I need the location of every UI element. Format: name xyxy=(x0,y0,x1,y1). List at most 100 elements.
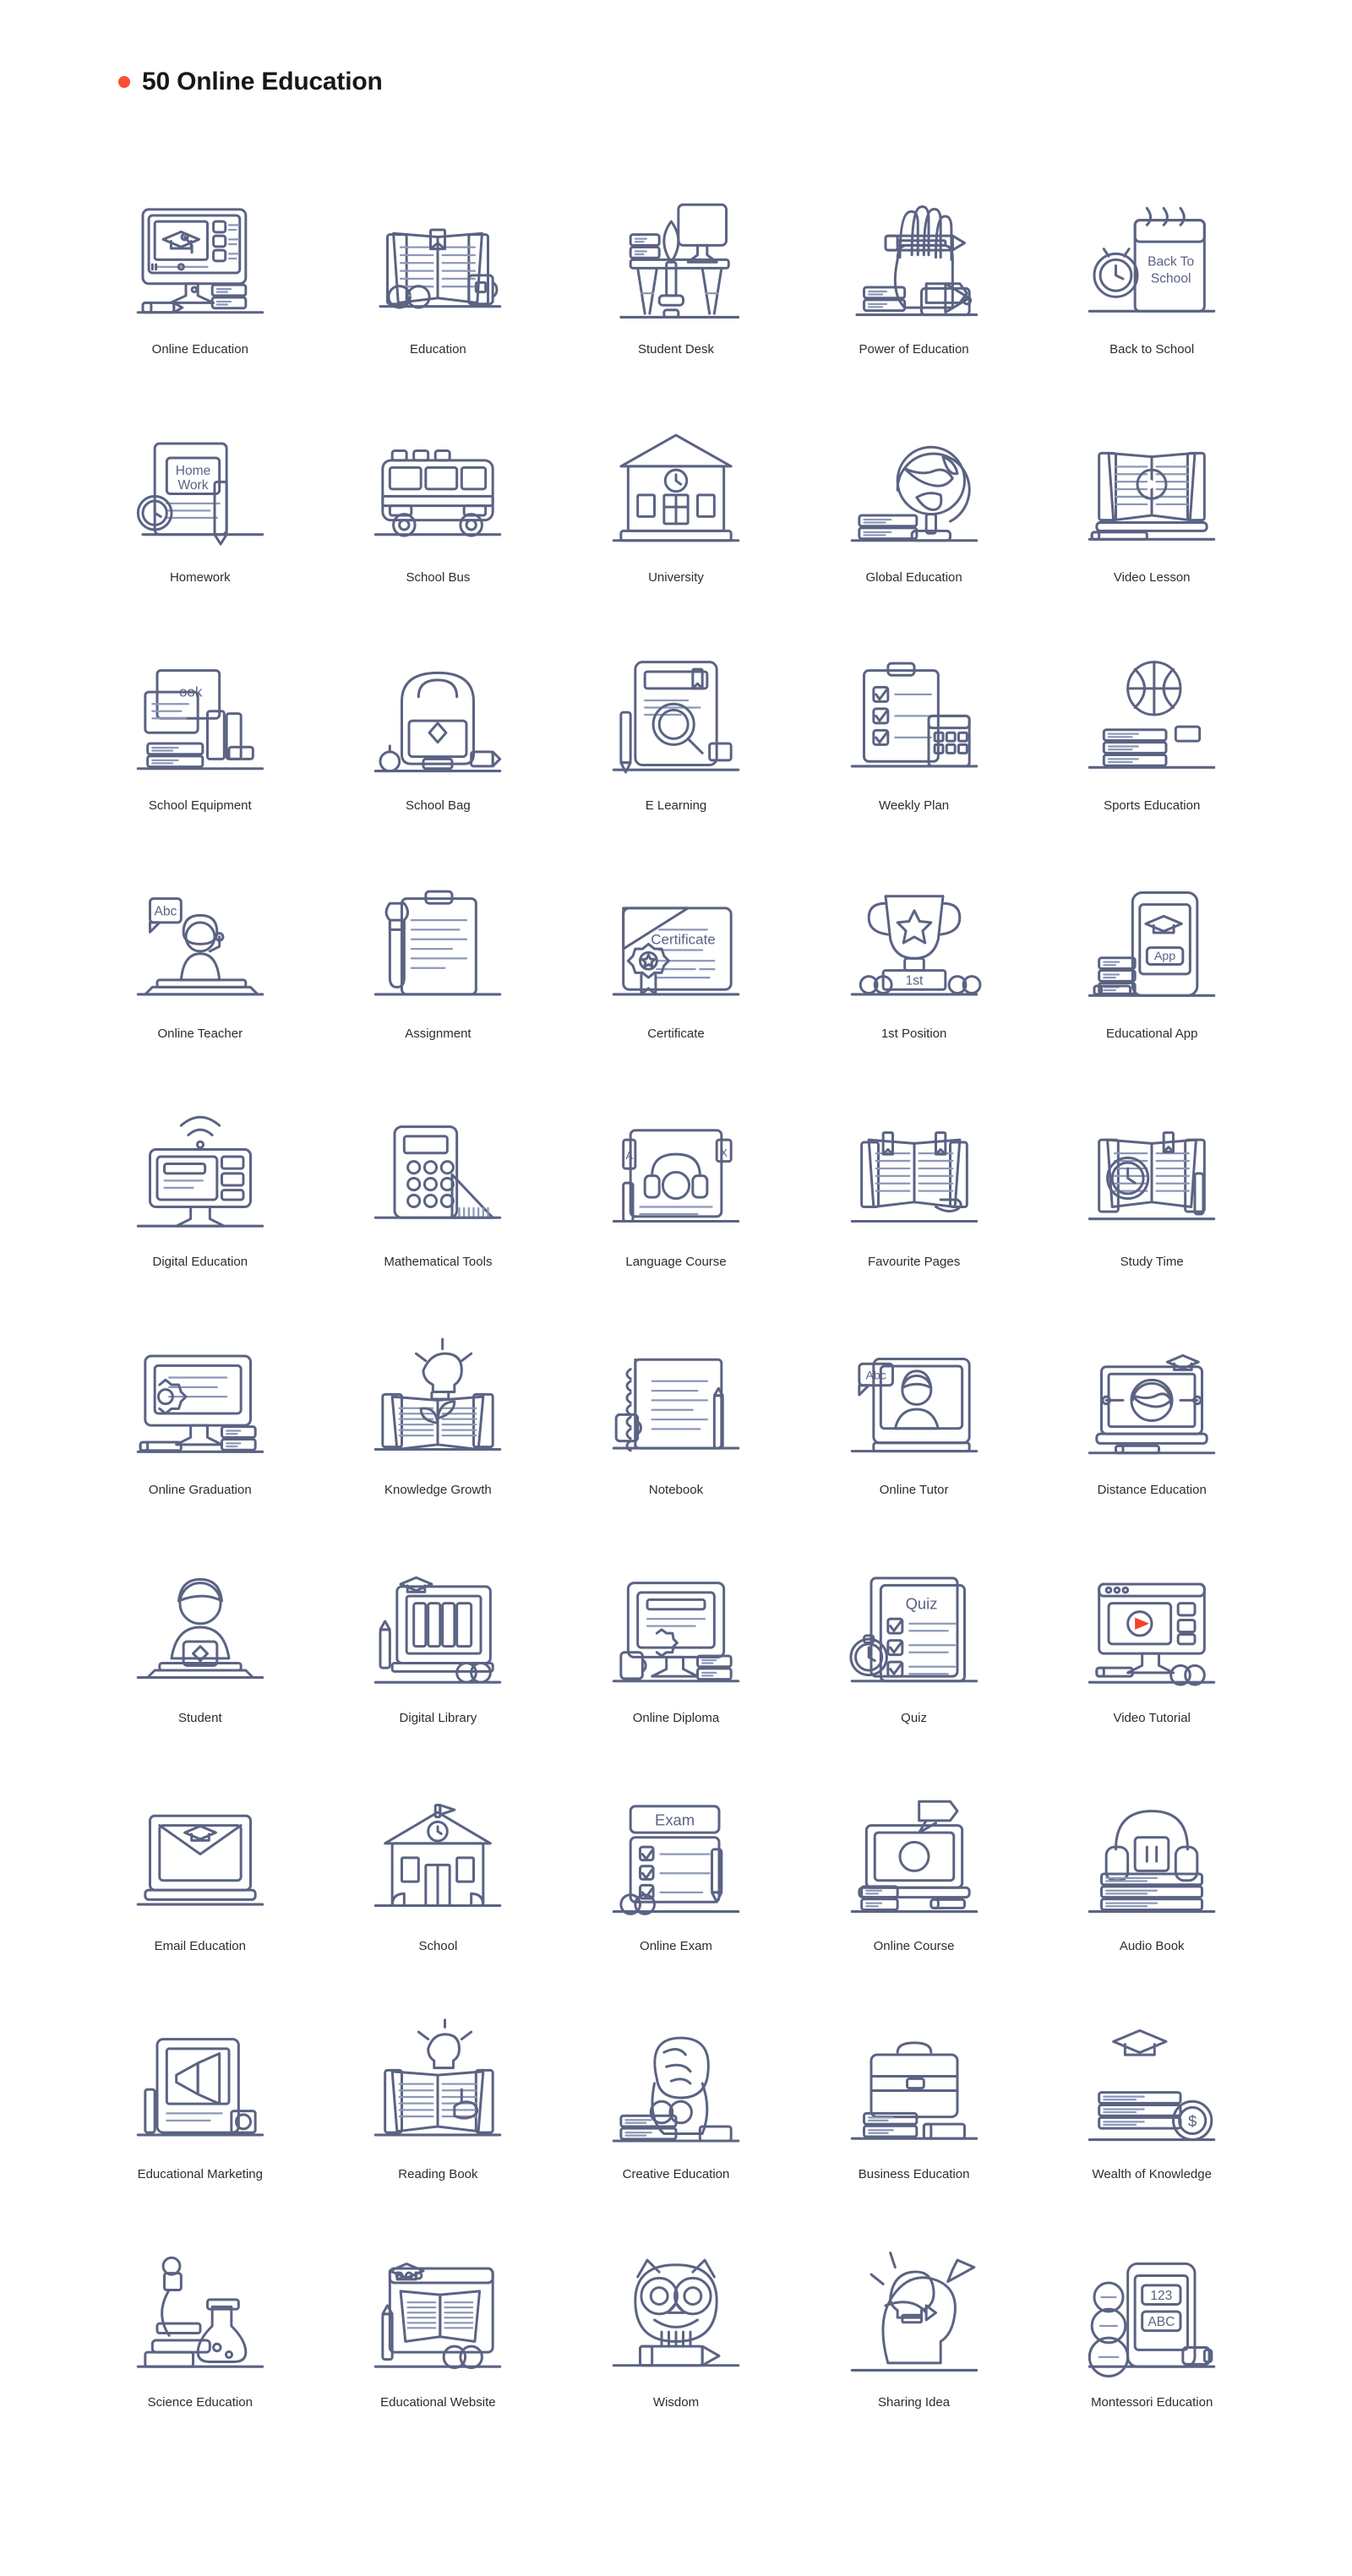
bullet-dot-icon xyxy=(118,76,130,89)
icon-cell-e-learning[interactable]: E Learning xyxy=(557,630,795,858)
icon-label: Mathematical Tools xyxy=(384,1255,493,1270)
calculator-ruler-icon xyxy=(353,1086,522,1243)
icon-cell-school-bag[interactable]: School Bag xyxy=(319,630,558,858)
svg-text:Abc: Abc xyxy=(865,1370,886,1383)
icon-pack-page: 50 Online Education Online Education Educ… xyxy=(0,0,1352,2576)
icon-cell-quiz[interactable]: Quiz Quiz xyxy=(795,1543,1033,1771)
icon-cell-school[interactable]: School xyxy=(319,1771,558,1999)
icon-cell-digital-library[interactable]: Digital Library xyxy=(319,1543,558,1771)
icon-label: Educational Marketing xyxy=(137,2167,263,2182)
svg-text:School: School xyxy=(1151,272,1191,286)
icon-cell-wisdom[interactable]: Wisdom xyxy=(557,2227,795,2455)
icon-cell-video-tutorial[interactable]: Video Tutorial xyxy=(1033,1543,1271,1771)
icon-label: Back to School xyxy=(1109,342,1195,357)
icon-cell-study-time[interactable]: Study Time xyxy=(1033,1086,1271,1315)
icon-cell-language-course[interactable]: A X Language Course xyxy=(557,1086,795,1315)
icon-cell-1st-position[interactable]: 1st 1st Position xyxy=(795,858,1033,1086)
headphones-book-icon: AX xyxy=(592,1086,760,1243)
svg-text:Back To: Back To xyxy=(1148,255,1194,270)
icon-cell-homework[interactable]: Home Work Homework xyxy=(81,402,319,630)
icon-cell-online-exam[interactable]: Exam Online Exam xyxy=(557,1771,795,1999)
icon-cell-school-equipment[interactable]: ook School Equipment xyxy=(81,630,319,858)
icon-cell-business-education[interactable]: Business Education xyxy=(795,1999,1033,2227)
homework-book-icon: Home Work xyxy=(116,402,285,558)
book-play-icon xyxy=(1067,402,1236,558)
icon-cell-school-bus[interactable]: School Bus xyxy=(319,402,558,630)
icon-cell-reading-book[interactable]: Reading Book xyxy=(319,1999,558,2227)
icon-cell-university[interactable]: University xyxy=(557,402,795,630)
icon-cell-assignment[interactable]: Assignment xyxy=(319,858,558,1086)
icon-cell-educational-app[interactable]: App Educational App xyxy=(1033,858,1271,1086)
icon-cell-student-desk[interactable]: Student Desk xyxy=(557,174,795,402)
icon-label: Sharing Idea xyxy=(878,2395,951,2410)
icon-label: Favourite Pages xyxy=(867,1255,961,1270)
icon-label: Wisdom xyxy=(652,2395,700,2410)
quiz-sheet-icon: Quiz xyxy=(830,1543,999,1699)
microscope-flask-icon xyxy=(116,2227,285,2383)
icon-label: Language Course xyxy=(625,1255,727,1270)
icon-label: Assignment xyxy=(405,1027,472,1042)
icon-cell-online-course[interactable]: Online Course xyxy=(795,1771,1033,1999)
icon-cell-distance-education[interactable]: Distance Education xyxy=(1033,1315,1271,1543)
icon-label: Distance Education xyxy=(1097,1483,1207,1498)
icon-label: Video Lesson xyxy=(1113,570,1191,585)
icon-cell-notebook[interactable]: Notebook xyxy=(557,1315,795,1543)
icon-cell-sports-education[interactable]: Sports Education xyxy=(1033,630,1271,858)
icon-label: Student xyxy=(177,1711,222,1726)
svg-text:Home: Home xyxy=(176,464,211,478)
laptop-envelope-icon xyxy=(116,1771,285,1927)
icon-cell-education[interactable]: Education xyxy=(319,174,558,402)
icon-cell-student[interactable]: Student xyxy=(81,1543,319,1771)
basketball-books-icon xyxy=(1067,630,1236,787)
icon-label: Educational App xyxy=(1105,1027,1198,1042)
svg-text:Abc: Abc xyxy=(154,905,177,919)
icon-label: Quiz xyxy=(901,1711,928,1726)
icon-cell-online-teacher[interactable]: Abc Online Teacher xyxy=(81,858,319,1086)
icon-cell-educational-marketing[interactable]: Educational Marketing xyxy=(81,1999,319,2227)
icon-cell-mathematical-tools[interactable]: Mathematical Tools xyxy=(319,1086,558,1315)
icon-cell-online-diploma[interactable]: Online Diploma xyxy=(557,1543,795,1771)
icon-cell-video-lesson[interactable]: Video Lesson xyxy=(1033,402,1271,630)
icon-cell-digital-education[interactable]: Digital Education xyxy=(81,1086,319,1315)
book-plant-bulb-icon xyxy=(353,1315,522,1471)
icon-label: Online Course xyxy=(873,1939,955,1954)
icon-cell-global-education[interactable]: Global Education xyxy=(795,402,1033,630)
clipboard-calendar-icon xyxy=(830,630,999,787)
icon-label: Audio Book xyxy=(1119,1939,1185,1954)
icon-cell-back-to-school[interactable]: Back To School Back to School xyxy=(1033,174,1271,402)
icon-grid: Online Education Education Student Desk Pow… xyxy=(0,174,1352,2455)
icon-cell-online-graduation[interactable]: Online Graduation xyxy=(81,1315,319,1543)
icon-cell-wealth-of-knowledge[interactable]: $ Wealth of Knowledge xyxy=(1033,1999,1271,2227)
icon-label: Business Education xyxy=(858,2167,970,2182)
open-book-mug-icon xyxy=(353,174,522,330)
svg-text:X: X xyxy=(720,1146,728,1159)
icon-cell-creative-education[interactable]: Creative Education xyxy=(557,1999,795,2227)
head-bulb-plane-icon xyxy=(830,2227,999,2383)
svg-text:$: $ xyxy=(1188,2112,1197,2130)
book-bookmarks-icon xyxy=(830,1086,999,1243)
icon-label: Online Exam xyxy=(640,1939,712,1954)
icon-cell-montessori-education[interactable]: 123 ABC Montessori Education xyxy=(1033,2227,1271,2455)
school-building-icon xyxy=(353,1771,522,1927)
icon-cell-weekly-plan[interactable]: Weekly Plan xyxy=(795,630,1033,858)
icon-cell-email-education[interactable]: Email Education xyxy=(81,1771,319,1999)
icon-label: Online Education xyxy=(151,342,248,357)
icon-label: Study Time xyxy=(1120,1255,1184,1270)
icon-cell-educational-website[interactable]: Educational Website xyxy=(319,2227,558,2455)
globe-books-icon xyxy=(830,402,999,558)
icon-cell-online-education[interactable]: Online Education xyxy=(81,174,319,402)
icon-cell-science-education[interactable]: Science Education xyxy=(81,2227,319,2455)
icon-cell-online-tutor[interactable]: Abc Online Tutor xyxy=(795,1315,1033,1543)
icon-cell-favourite-pages[interactable]: Favourite Pages xyxy=(795,1086,1033,1315)
icon-label: Weekly Plan xyxy=(879,798,950,814)
icon-label: Certificate xyxy=(647,1027,705,1042)
icon-cell-knowledge-growth[interactable]: Knowledge Growth xyxy=(319,1315,558,1543)
icon-cell-power-of-education[interactable]: Power of Education xyxy=(795,174,1033,402)
icon-cell-audio-book[interactable]: Audio Book xyxy=(1033,1771,1271,1999)
books-cap-coin-icon: $ xyxy=(1067,1999,1236,2155)
tablet-magnifier-icon xyxy=(592,630,760,787)
notebook-mug-icon xyxy=(592,1315,760,1471)
svg-text:123: 123 xyxy=(1151,2289,1173,2303)
icon-cell-certificate[interactable]: Certificate Certificate xyxy=(557,858,795,1086)
icon-cell-sharing-idea[interactable]: Sharing Idea xyxy=(795,2227,1033,2455)
